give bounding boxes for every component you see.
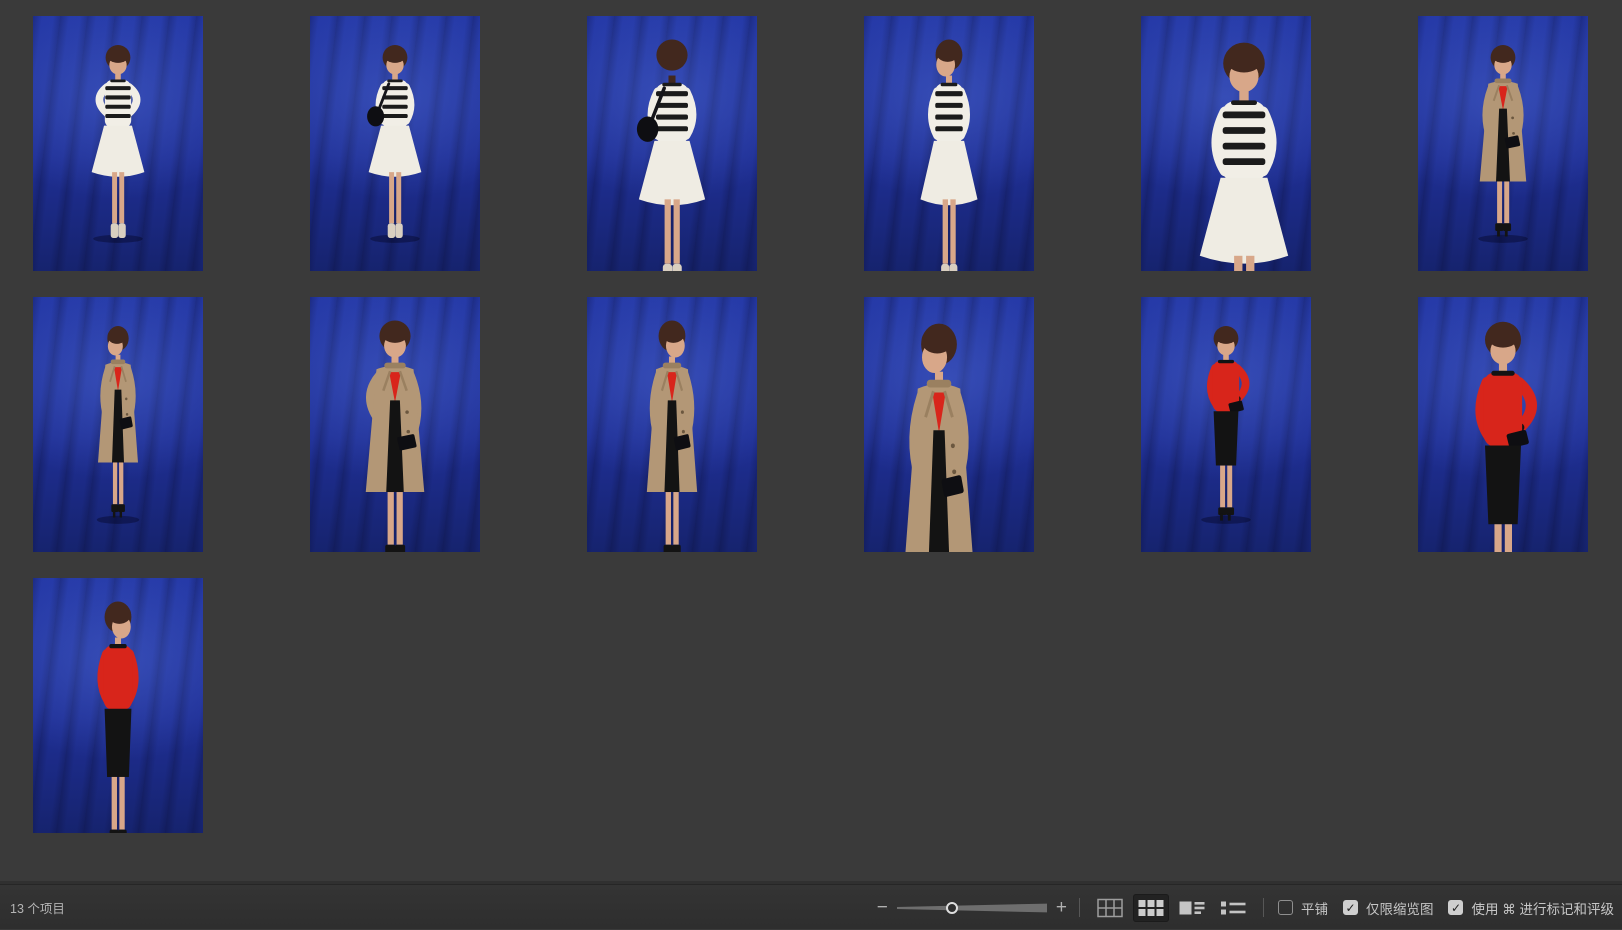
model-figure-illustration	[1418, 16, 1588, 271]
tile-checkbox[interactable]: ✓	[1278, 900, 1293, 915]
view-mode-list-button[interactable]	[1215, 894, 1251, 922]
photo-thumbnail[interactable]	[587, 16, 757, 271]
photo-thumbnail[interactable]	[864, 297, 1034, 552]
photo-thumbnail[interactable]	[1141, 297, 1311, 552]
photo-thumbnail[interactable]	[1418, 297, 1588, 552]
check-icon: ✓	[1345, 902, 1355, 914]
divider	[1079, 898, 1080, 917]
status-bar-controls: − +	[877, 885, 1614, 930]
toggle-thumbnails-only[interactable]: ✓ 仅限缩览图	[1343, 898, 1434, 918]
toggle-tile[interactable]: ✓ 平铺	[1278, 898, 1328, 918]
zoom-out-button[interactable]: −	[877, 898, 888, 917]
model-figure-illustration	[864, 16, 1034, 271]
model-figure-illustration	[1141, 16, 1311, 271]
thumbnail-zoom-control: − +	[877, 898, 1067, 917]
thumbnail-size-slider[interactable]	[897, 899, 1047, 917]
list-view-icon	[1220, 898, 1246, 918]
check-icon: ✓	[1451, 902, 1461, 914]
photo-thumbnail[interactable]	[1141, 16, 1311, 271]
grid-filled-icon	[1138, 898, 1164, 918]
view-mode-info-button[interactable]	[1174, 894, 1210, 922]
model-figure-illustration	[587, 297, 757, 552]
grid-outline-icon	[1097, 898, 1123, 918]
photo-thumbnail[interactable]	[1418, 16, 1588, 271]
photo-thumbnail[interactable]	[587, 297, 757, 552]
model-figure-illustration	[864, 297, 1034, 552]
photo-thumbnail[interactable]	[33, 16, 203, 271]
thumbnail-info-icon	[1179, 898, 1205, 918]
model-figure-illustration	[33, 578, 203, 833]
photo-thumbnail[interactable]	[310, 297, 480, 552]
item-count: 13 个项目	[10, 885, 65, 930]
model-figure-illustration	[1418, 297, 1588, 552]
model-figure-illustration	[310, 297, 480, 552]
photo-browser	[0, 0, 1622, 884]
toggle-thumbnails-only-label: 仅限缩览图	[1366, 898, 1434, 918]
photo-thumbnail[interactable]	[33, 578, 203, 833]
toggle-cmd-tagging[interactable]: ✓ 使用 ⌘ 进行标记和评级	[1448, 898, 1614, 918]
zoom-in-button[interactable]: +	[1056, 898, 1067, 917]
thumbnail-grid	[0, 0, 1622, 833]
toggle-cmd-tagging-label: 使用 ⌘ 进行标记和评级	[1471, 898, 1614, 918]
cmd-tagging-checkbox[interactable]: ✓	[1448, 900, 1463, 915]
photo-thumbnail[interactable]	[864, 16, 1034, 271]
toggle-tile-label: 平铺	[1301, 898, 1328, 918]
model-figure-illustration	[33, 297, 203, 552]
status-bar: 13 个项目 − +	[0, 884, 1622, 929]
view-mode-thumbnails-button[interactable]	[1133, 894, 1169, 922]
view-mode-buttons	[1092, 894, 1251, 922]
model-figure-illustration	[33, 16, 203, 271]
model-figure-illustration	[1141, 297, 1311, 552]
slider-track-icon	[897, 899, 1047, 917]
model-figure-illustration	[587, 16, 757, 271]
browser-option-toggles: ✓ 平铺 ✓ 仅限缩览图 ✓ 使用 ⌘ 进行标记和评级	[1278, 898, 1614, 918]
divider	[1263, 898, 1264, 917]
slider-knob[interactable]	[946, 902, 958, 914]
photo-thumbnail[interactable]	[33, 297, 203, 552]
thumbnails-only-checkbox[interactable]: ✓	[1343, 900, 1358, 915]
model-figure-illustration	[310, 16, 480, 271]
view-mode-grid-lines-button[interactable]	[1092, 894, 1128, 922]
photo-thumbnail[interactable]	[310, 16, 480, 271]
